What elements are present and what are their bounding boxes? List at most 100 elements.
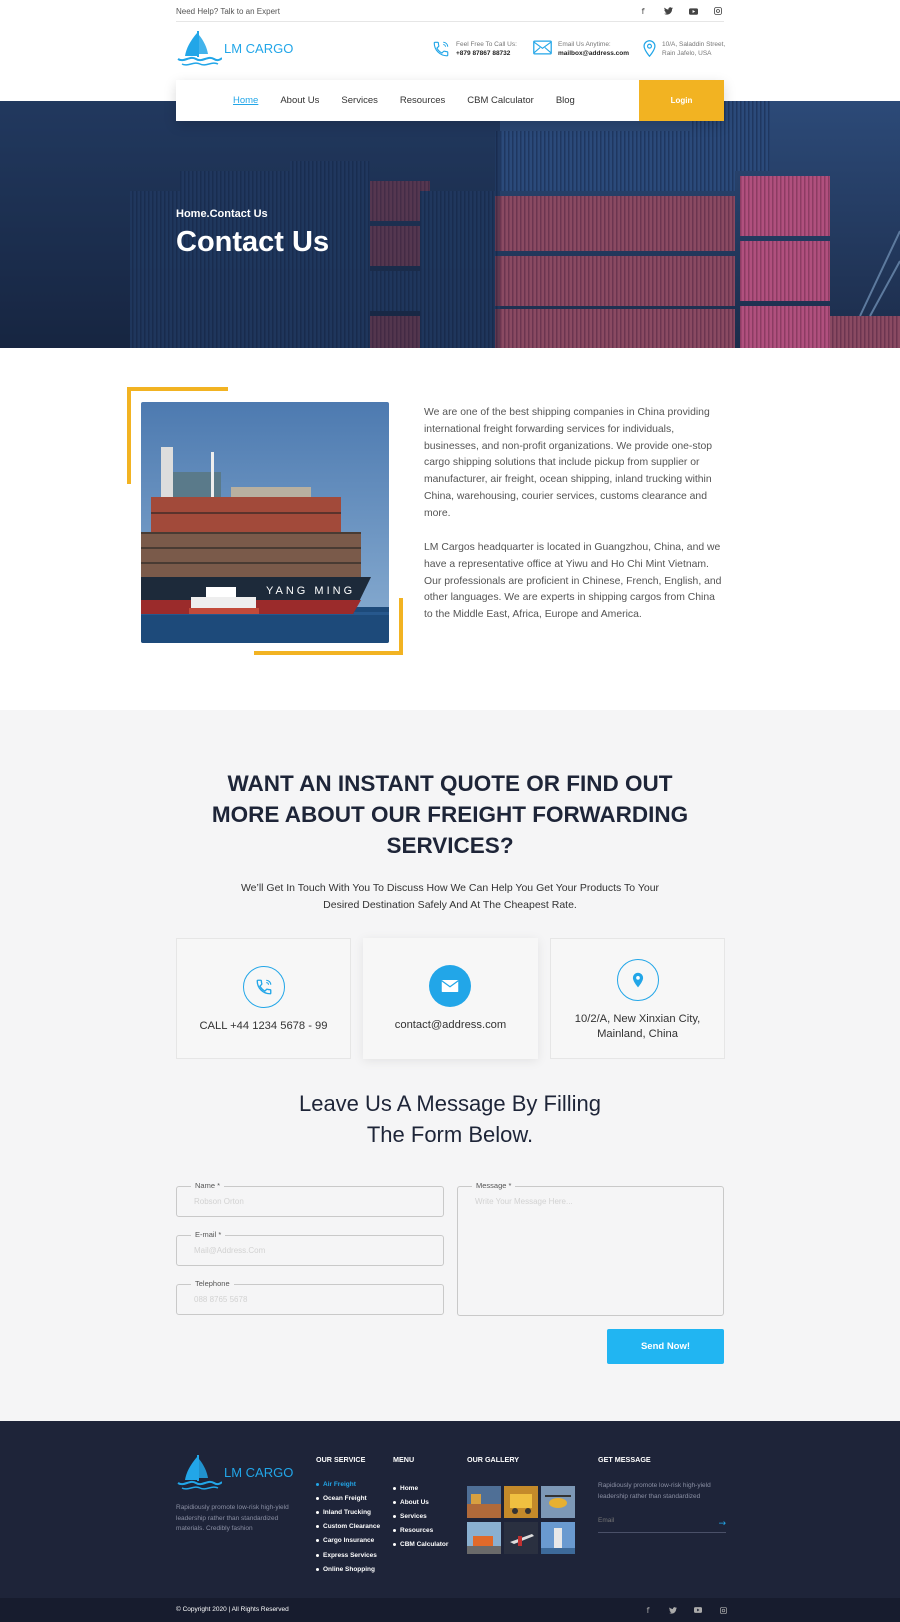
send-now-button[interactable]: Send Now! [607,1329,724,1364]
email-circle [429,965,471,1007]
header-address: 10/A, Saladdin Street, Rain Jafelo, USA [643,40,725,58]
footer-menu-heading: MENU [393,1455,415,1464]
quote-subtitle: We’ll Get In Touch With You To Discuss H… [215,880,685,914]
footer-menu-services[interactable]: Services [393,1509,448,1523]
quote-subtitle-line1: We’ll Get In Touch With You To Discuss H… [240,882,660,894]
about-paragraph-2: LM Cargos headquarter is located in Guan… [424,542,722,621]
gallery-thumb-port[interactable] [467,1486,501,1518]
quote-heading-line3: SERVICES? [386,833,514,858]
youtube-icon[interactable] [692,1604,704,1616]
footer-email-input[interactable] [598,1517,698,1524]
footer-menu-home[interactable]: Home [393,1481,448,1495]
message-textarea[interactable] [475,1197,687,1224]
name-input[interactable] [194,1197,407,1206]
nav-item-about-us[interactable]: About Us [280,95,319,106]
gallery-thumb-helicopter[interactable] [541,1486,575,1518]
gold-frame-right [399,598,403,655]
page-title: Contact Us [176,226,330,258]
footer [0,1421,900,1598]
email-label: Email Us Anytime: [558,41,611,48]
header-phone[interactable]: Feel Free To Call Us: +879 87867 88732 [432,40,517,58]
nav-item-cbm-calculator[interactable]: CBM Calculator [467,95,534,106]
nav-item-blog[interactable]: Blog [556,95,575,106]
twitter-icon[interactable] [662,5,674,17]
name-field: Name * [176,1181,444,1217]
youtube-icon[interactable] [687,5,699,17]
phone-card-text: CALL +44 1234 5678 - 99 [199,1020,328,1032]
gold-frame-top [127,387,228,391]
instagram-icon[interactable] [712,5,724,17]
arrow-right-icon[interactable]: → [718,1519,726,1529]
footer-service-custom-clearance[interactable]: Custom Clearance [316,1520,380,1534]
gold-frame-left [127,387,131,484]
footer-service-air-freight[interactable]: Air Freight [316,1477,380,1491]
address-card: 10/2/A, New Xinxian City, Mainland, Chin… [550,938,725,1059]
email-address: mailbox@address.com [558,50,630,57]
footer-about-line2: leadership rather than standardized [176,1514,279,1522]
map-pin-icon [643,40,656,57]
name-label: Name * [191,1181,225,1190]
footer-social-links: f [642,1604,729,1616]
footer-service-online-shopping[interactable]: Online Shopping [316,1562,380,1576]
footer-message-heading: GET MESSAGE [598,1455,651,1464]
main-nav: Home About Us Services Resources CBM Cal… [176,80,724,121]
nav-item-services[interactable]: Services [341,95,377,106]
footer-message-text: Rapidiously promote low-risk high-yield … [598,1481,726,1502]
ship-logo-icon [177,31,222,66]
nav-item-home[interactable]: Home [233,95,258,106]
footer-about-text: Rapidiously promote low-risk high-yield … [176,1503,301,1535]
phone-circle [243,966,285,1008]
nav-item-resources[interactable]: Resources [400,95,445,106]
nav-items: Home About Us Services Resources CBM Cal… [233,80,597,121]
gallery-thumb-aircraft[interactable] [504,1522,538,1554]
help-text: Need Help? Talk to an Expert [176,7,280,16]
instagram-icon[interactable] [717,1604,729,1616]
message-label: Message * [472,1181,516,1190]
email-field: E-mail * [176,1230,444,1266]
footer-menu-cbm-calculator[interactable]: CBM Calculator [393,1538,448,1552]
footer-gallery-heading: OUR GALLERY [467,1455,520,1464]
gallery-thumb-tower[interactable] [541,1522,575,1554]
footer-message-line1: Rapidiously promote low-risk high-yield [598,1482,711,1489]
address-line2: Rain Jafelo, USA [662,50,712,57]
phone-label: Feel Free To Call Us: [456,41,517,48]
address-card-line2: Mainland, China [597,1028,678,1040]
address-line1: 10/A, Saladdin Street, [662,41,726,48]
svg-text:YANG MING: YANG MING [266,585,355,597]
phone-card[interactable]: CALL +44 1234 5678 - 99 [176,938,351,1059]
about-paragraph-1: We are one of the best shipping companie… [424,407,713,519]
email-card-text: contact@address.com [394,1019,507,1031]
map-pin-icon [632,972,644,988]
address-card-line1: 10/2/A, New Xinxian City, [574,1013,701,1025]
footer-menu-resources[interactable]: Resources [393,1524,448,1538]
facebook-icon[interactable]: f [637,5,649,17]
phone-icon [433,41,449,57]
twitter-icon[interactable] [667,1604,679,1616]
gallery-thumb-truck[interactable] [504,1486,538,1518]
footer-service-ocean-freight[interactable]: Ocean Freight [316,1491,380,1505]
footer-menu-list: Home About Us Services Resources CBM Cal… [393,1481,448,1552]
footer-logo[interactable]: LM CARGO [176,1453,293,1491]
site-logo[interactable]: LM CARGO [176,29,293,67]
address-card-text: 10/2/A, New Xinxian City, Mainland, Chin… [551,1012,724,1042]
telephone-input[interactable] [194,1295,407,1304]
footer-bottom-bar: © Copyright 2020 | All Rights Reserved f [0,1598,900,1622]
email-card[interactable]: contact@address.com [363,938,538,1059]
footer-service-express-services[interactable]: Express Services [316,1548,380,1562]
header-email[interactable]: Email Us Anytime: mailbox@address.com [533,40,629,58]
login-button[interactable]: Login [639,80,724,121]
email-label: E-mail * [191,1230,226,1239]
container-port-image [0,101,900,348]
footer-menu-about-us[interactable]: About Us [393,1495,448,1509]
hero-banner [0,101,900,348]
facebook-icon[interactable]: f [642,1604,654,1616]
phone-number: +879 87867 88732 [456,50,511,57]
gallery-thumb-excavator[interactable] [467,1522,501,1554]
footer-service-inland-trucking[interactable]: Inland Trucking [316,1505,380,1519]
footer-service-cargo-insurance[interactable]: Cargo Insurance [316,1534,380,1548]
footer-message-line2: leadership rather than standardized [598,1492,701,1500]
email-input[interactable] [194,1246,407,1255]
quote-subtitle-line2: Desired Destination Safely And At The Ch… [323,899,577,911]
quote-heading: WANT AN INSTANT QUOTE OR FIND OUT MORE A… [200,768,700,861]
copyright-text: © Copyright 2020 | All Rights Reserved [176,1606,289,1613]
